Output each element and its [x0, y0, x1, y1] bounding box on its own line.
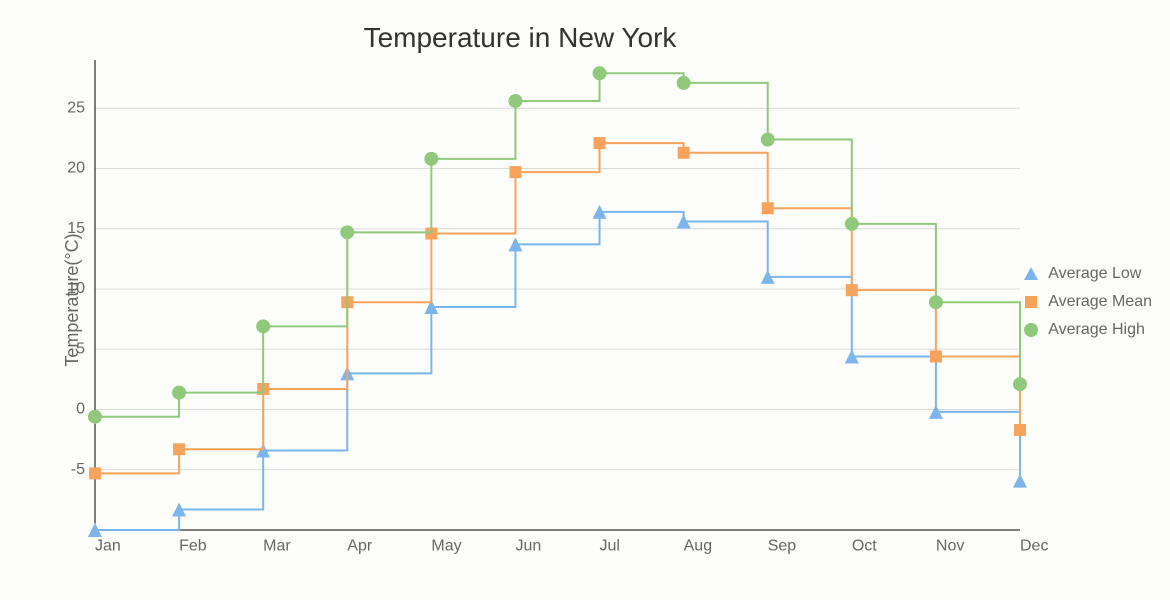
- x-tick: May: [431, 537, 461, 554]
- legend-item-low: Average Low: [1022, 260, 1152, 288]
- y-tick: 25: [67, 99, 85, 116]
- legend-label: Average Low: [1048, 265, 1141, 283]
- square-icon: [1022, 293, 1040, 311]
- legend-item-high: Average High: [1022, 316, 1152, 344]
- y-tick: 20: [67, 160, 85, 177]
- plot-area: Jan Feb Mar Apr May Jun Jul Aug Sep Oct Nov Dec -5 0…: [0, 0, 1170, 600]
- y-tick: 10: [67, 280, 85, 297]
- x-tick: Aug: [684, 537, 712, 554]
- x-tick: Apr: [347, 537, 373, 554]
- y-tick: 15: [67, 220, 85, 237]
- x-tick: Feb: [179, 537, 207, 554]
- gridlines: [95, 108, 1020, 470]
- x-tick: Jan: [95, 537, 121, 554]
- triangle-icon: [1022, 265, 1040, 283]
- legend-label: Average High: [1048, 321, 1145, 339]
- legend-item-mean: Average Mean: [1022, 288, 1152, 316]
- x-tick: Jun: [515, 537, 541, 554]
- y-tick: -5: [71, 461, 85, 478]
- x-tick: Nov: [936, 537, 964, 554]
- y-tick: 0: [76, 401, 85, 418]
- x-tick-labels: Jan Feb Mar Apr May Jun Jul Aug Sep Oct Nov Dec: [95, 537, 1048, 554]
- x-tick: Mar: [263, 537, 291, 554]
- x-tick: Dec: [1020, 537, 1048, 554]
- axes: [95, 60, 1020, 530]
- data-series: [88, 66, 1027, 537]
- y-tick: 5: [76, 340, 85, 357]
- chart-root: Temperature in New York Temperature(°C) …: [0, 0, 1170, 600]
- legend: Average Low Average Mean Average High: [1022, 260, 1152, 344]
- circle-icon: [1022, 321, 1040, 339]
- x-tick: Jul: [600, 537, 620, 554]
- x-tick: Sep: [768, 537, 797, 554]
- y-tick-labels: -5 0 5 10 15 20 25: [67, 99, 85, 478]
- x-tick: Oct: [852, 537, 877, 554]
- legend-label: Average Mean: [1048, 293, 1152, 311]
